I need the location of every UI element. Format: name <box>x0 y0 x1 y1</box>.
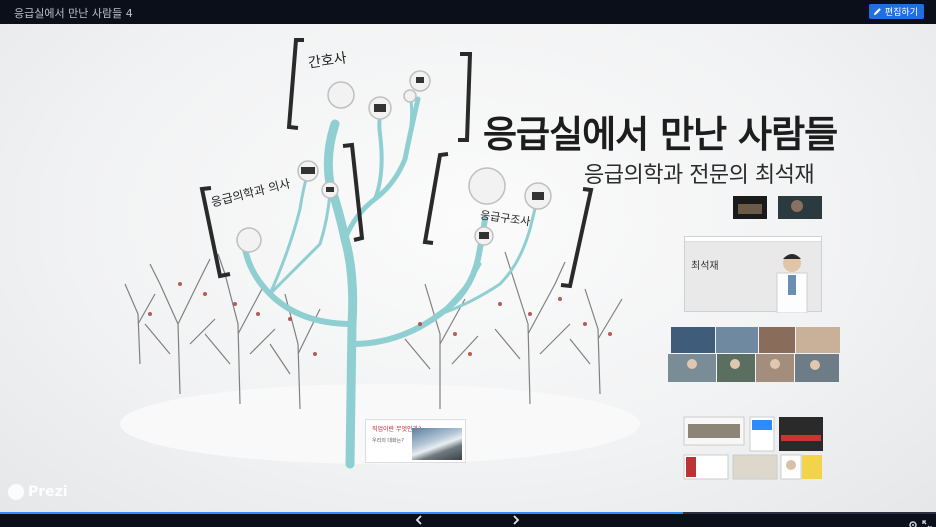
prezi-logo: Prezi <box>8 484 68 500</box>
profile-name: 최석재 <box>691 261 719 272</box>
progress-bar[interactable] <box>0 512 936 514</box>
edit-button[interactable]: 편집하기 <box>868 4 924 19</box>
prezi-logo-icon <box>8 484 24 500</box>
slide-subtitle[interactable]: 응급의학과 전문의 최석재 <box>584 157 815 189</box>
expand-icon <box>922 520 932 527</box>
photo-collage <box>668 327 840 382</box>
next-button[interactable] <box>510 514 522 526</box>
prezi-logo-text: Prezi <box>28 484 68 500</box>
prezi-viewer: 응급실에서 만난 사람들 4 편집하기 간호사 응급의학과 의사 응급구조사 응… <box>0 0 936 527</box>
profile-card[interactable]: 최석재 <box>684 236 822 313</box>
lecture-slide-thumbnail[interactable]: 직업이란 무엇인가? 우리의 대화는? <box>365 419 466 463</box>
top-bar: 응급실에서 만난 사람들 4 편집하기 <box>0 0 936 24</box>
gear-icon <box>909 521 917 527</box>
chevron-right-icon <box>513 515 520 525</box>
previous-button[interactable] <box>413 514 425 526</box>
lecture-question: 우리의 대화는? <box>372 438 404 444</box>
slide-canvas[interactable]: 간호사 응급의학과 의사 응급구조사 응급실에서 만난 사람들 응급의학과 전문… <box>0 24 936 512</box>
chevron-left-icon <box>415 515 422 525</box>
video-thumbnails <box>733 196 822 219</box>
fullscreen-button[interactable] <box>922 515 932 527</box>
red-berries <box>148 282 612 356</box>
progress-fill <box>0 512 684 514</box>
doctor-photo <box>776 254 808 313</box>
screenshot-collage <box>683 416 823 480</box>
slide-title[interactable]: 응급실에서 만난 사람들 <box>483 104 838 158</box>
bottom-bar <box>0 512 936 527</box>
pencil-icon <box>873 8 881 16</box>
presentation-title: 응급실에서 만난 사람들 4 <box>14 7 133 20</box>
profile-card-header <box>685 237 821 242</box>
edit-button-label: 편집하기 <box>884 8 918 18</box>
mountain-photo <box>412 428 462 460</box>
settings-button[interactable] <box>908 515 918 527</box>
brackets <box>199 38 594 289</box>
